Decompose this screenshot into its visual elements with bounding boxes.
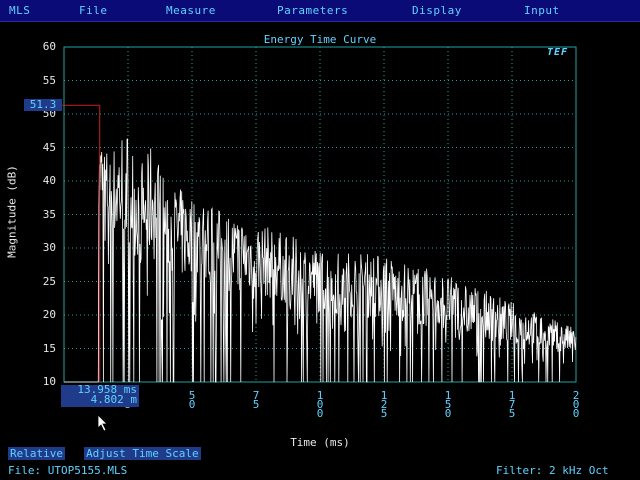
adjust-time-scale-button[interactable]: Adjust Time Scale bbox=[84, 447, 201, 460]
x-tick-label: 1 2 5 bbox=[380, 389, 388, 420]
y-tick-label: 25 bbox=[42, 274, 56, 288]
x-tick-label: 2 0 0 bbox=[572, 389, 580, 420]
y-tick-label: 35 bbox=[42, 207, 56, 221]
cursor-readout: 13.958 ms 4.802 m bbox=[61, 384, 139, 407]
y-tick-label: 45 bbox=[42, 140, 56, 154]
x-tick-label: 1 0 0 bbox=[316, 389, 324, 420]
y-tick-label: 10 bbox=[42, 375, 56, 388]
y-axis-label: Magnitude (dB) bbox=[5, 165, 19, 258]
x-tick-label: 1 7 5 bbox=[508, 389, 516, 420]
file-status: File: UTOP5155.MLS bbox=[8, 464, 128, 477]
y-tick-label: 55 bbox=[42, 73, 56, 87]
y-tick-label: 60 bbox=[42, 40, 56, 53]
readout-distance: 4.802 m bbox=[90, 393, 137, 406]
filter-status: Filter: 2 kHz Oct bbox=[496, 464, 609, 477]
y-tick-label: 40 bbox=[42, 174, 56, 187]
x-tick-label: 5 0 bbox=[188, 389, 196, 411]
tef-logo: TEF bbox=[547, 47, 569, 58]
mouse-pointer-icon bbox=[97, 414, 108, 432]
x-tick-label: 7 5 bbox=[252, 389, 260, 411]
y-tick-label: 15 bbox=[42, 341, 56, 355]
x-tick-label: 1 5 0 bbox=[444, 389, 452, 420]
cursor-value-label: 51.3 bbox=[24, 99, 62, 111]
y-tick-label: 20 bbox=[42, 308, 56, 321]
y-tick-label: 30 bbox=[42, 241, 56, 254]
relative-button[interactable]: Relative bbox=[8, 447, 65, 460]
